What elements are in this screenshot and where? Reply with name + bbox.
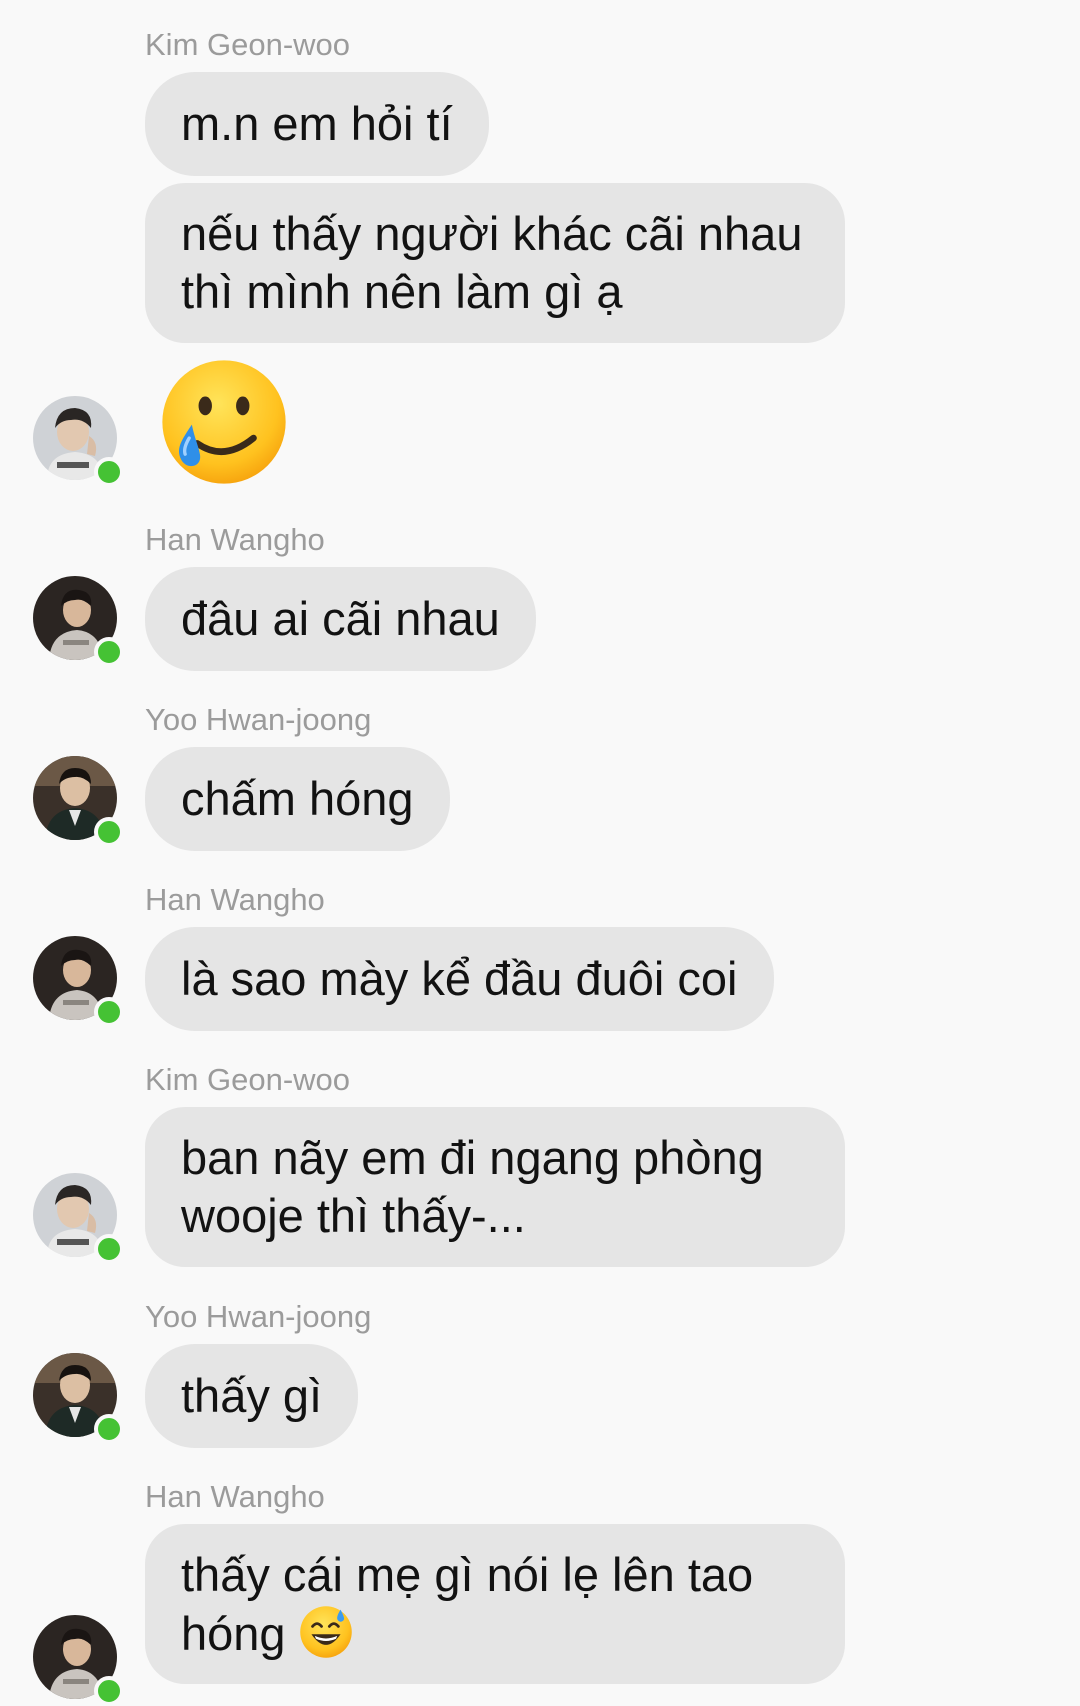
sender-name: Han Wangho — [145, 522, 325, 557]
message-bubble[interactable]: nếu thấy người khác cãi nhau thì mình nê… — [145, 183, 845, 343]
sender-name: Yoo Hwan-joong — [145, 1299, 372, 1334]
message-text: thấy gì — [181, 1369, 323, 1422]
message-text: nếu thấy người khác cãi nhau thì mình nê… — [181, 207, 803, 318]
avatar[interactable] — [33, 1353, 124, 1444]
avatar[interactable] — [33, 1173, 124, 1264]
message-bubble[interactable]: là sao mày kể đầu đuôi coi — [145, 927, 774, 1031]
message-text: đâu ai cãi nhau — [181, 592, 500, 645]
avatar[interactable] — [33, 576, 124, 667]
sender-name: Yoo Hwan-joong — [145, 702, 372, 737]
message-bubble[interactable]: thấy cái mẹ gì nói lẹ lên tao hóng — [145, 1524, 845, 1684]
message-text: thấy cái mẹ gì nói lẹ lên tao hóng — [181, 1546, 809, 1663]
message-bubble[interactable]: ban nãy em đi ngang phòng wooje thì thấy… — [145, 1107, 845, 1267]
online-status-dot — [94, 1676, 124, 1706]
online-status-dot — [94, 457, 124, 487]
online-status-dot — [94, 1234, 124, 1264]
message-text: ban nãy em đi ngang phòng wooje thì thấy… — [181, 1131, 764, 1242]
message-text: m.n em hỏi tí — [181, 97, 453, 150]
online-status-dot — [94, 1414, 124, 1444]
avatar[interactable] — [33, 396, 124, 487]
message-text: là sao mày kể đầu đuôi coi — [181, 952, 738, 1005]
message-text: chấm hóng — [181, 772, 414, 825]
online-status-dot — [94, 997, 124, 1027]
avatar[interactable] — [33, 936, 124, 1027]
online-status-dot — [94, 817, 124, 847]
avatar[interactable] — [33, 1615, 124, 1706]
message-text-content: thấy cái mẹ gì nói lẹ lên tao hóng — [181, 1547, 754, 1660]
message-bubble[interactable]: chấm hóng — [145, 747, 450, 851]
message-bubble[interactable]: m.n em hỏi tí — [145, 72, 489, 176]
message-bubble[interactable]: thấy gì — [145, 1344, 359, 1448]
sender-name: Han Wangho — [145, 1479, 325, 1514]
sender-name: Kim Geon-woo — [145, 27, 351, 62]
message-bubble[interactable]: đâu ai cãi nhau — [145, 567, 536, 671]
avatar[interactable] — [33, 756, 124, 847]
smiling-face-with-tear-emoji[interactable] — [157, 355, 291, 489]
grinning-face-with-sweat-emoji — [299, 1605, 352, 1658]
online-status-dot — [94, 637, 124, 667]
sender-name: Kim Geon-woo — [145, 1062, 351, 1097]
sender-name: Han Wangho — [145, 882, 325, 917]
